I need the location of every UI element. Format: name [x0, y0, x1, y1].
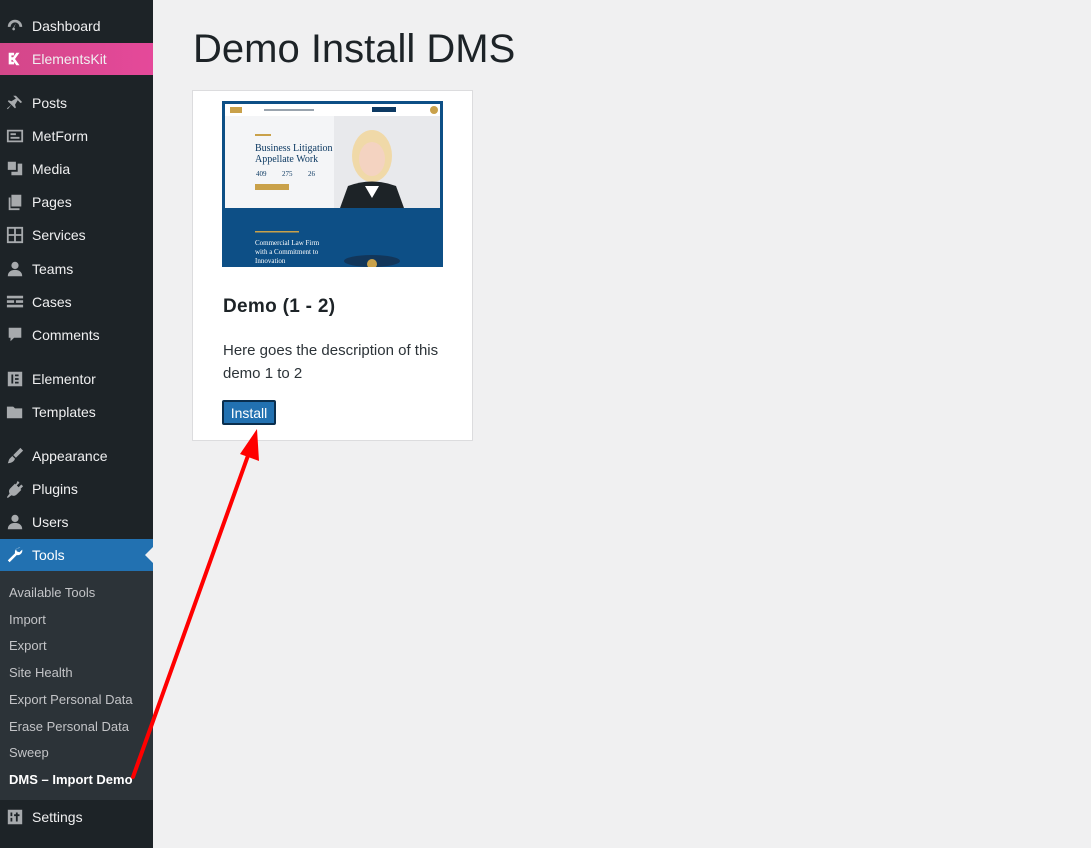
- preview-lower-heading-2: with a Commitment to: [255, 248, 319, 256]
- preview-lower-heading-3: Innovation: [255, 257, 286, 265]
- menu-label: MetForm: [32, 128, 88, 144]
- demo-card: Business Litigation & Appellate Work 409…: [192, 90, 473, 441]
- preview-stat-1: 409: [256, 170, 267, 178]
- menu-users[interactable]: Users: [0, 506, 153, 538]
- menu-label: Posts: [32, 95, 68, 111]
- brush-icon: [5, 446, 25, 466]
- submenu-sweep[interactable]: Sweep: [9, 745, 49, 760]
- preview-stat-2: 275: [282, 170, 293, 178]
- admin-sidebar: Dashboard ElementsKit Posts MetForm Medi…: [0, 0, 153, 848]
- menu-dashboard[interactable]: Dashboard: [0, 10, 153, 42]
- menu-label: Elementor: [32, 371, 96, 387]
- menu-pages[interactable]: Pages: [0, 186, 153, 218]
- menu-label: ElementsKit: [32, 51, 107, 67]
- media-icon: [5, 159, 25, 179]
- dashboard-icon: [5, 16, 25, 36]
- install-button[interactable]: Install: [222, 400, 276, 425]
- page-title: Demo Install DMS: [193, 27, 516, 71]
- menu-metform[interactable]: MetForm: [0, 120, 153, 152]
- menu-label: Tools: [32, 547, 65, 563]
- tools-submenu: Available Tools Import Export Site Healt…: [0, 571, 153, 800]
- menu-label: Appearance: [32, 448, 108, 464]
- submenu-available-tools[interactable]: Available Tools: [9, 585, 95, 600]
- menu-appearance[interactable]: Appearance: [0, 440, 153, 472]
- user-icon: [5, 259, 25, 279]
- menu-label: Comments: [32, 327, 100, 343]
- preview-lower-heading-1: Commercial Law Firm: [255, 239, 320, 247]
- menu-tools[interactable]: Tools: [0, 539, 153, 571]
- menu-label: Teams: [32, 261, 74, 277]
- submenu-erase-personal-data[interactable]: Erase Personal Data: [9, 719, 129, 734]
- current-caret: [145, 547, 153, 563]
- plugin-icon: [5, 479, 25, 499]
- submenu-dms-import-demo[interactable]: DMS – Import Demo: [9, 772, 133, 787]
- elementskit-icon: [5, 49, 25, 69]
- preview-headline-1: Business Litigation: [255, 143, 333, 154]
- menu-elementskit[interactable]: ElementsKit: [0, 43, 153, 75]
- menu-label: Dashboard: [32, 18, 101, 34]
- menu-label: Media: [32, 161, 71, 177]
- menu-teams[interactable]: Teams: [0, 253, 153, 285]
- menu-label: Services: [32, 227, 86, 243]
- preview-headline-2: Appellate Work: [255, 154, 318, 165]
- demo-preview-image[interactable]: Business Litigation & Appellate Work 409…: [222, 101, 443, 267]
- user-icon: [5, 512, 25, 532]
- submenu-export[interactable]: Export: [9, 638, 47, 653]
- menu-templates[interactable]: Templates: [0, 396, 153, 428]
- elementor-icon: [5, 369, 25, 389]
- menu-label: Cases: [32, 294, 72, 310]
- demo-title: Demo (1 - 2): [223, 296, 336, 317]
- menu-posts[interactable]: Posts: [0, 87, 153, 119]
- menu-services[interactable]: Services: [0, 219, 153, 251]
- demo-description: Here goes the description of this demo 1…: [223, 342, 439, 382]
- menu-settings[interactable]: Settings: [0, 801, 153, 833]
- form-icon: [5, 126, 25, 146]
- settings-icon: [5, 807, 25, 827]
- menu-label: Templates: [32, 404, 96, 420]
- list-icon: [5, 292, 25, 312]
- pages-icon: [5, 192, 25, 212]
- menu-media[interactable]: Media: [0, 153, 153, 185]
- submenu-export-personal-data[interactable]: Export Personal Data: [9, 692, 133, 707]
- menu-label: Settings: [32, 809, 83, 825]
- pin-icon: [5, 93, 25, 113]
- menu-label: Users: [32, 514, 69, 530]
- wrench-icon: [5, 545, 25, 565]
- comment-icon: [5, 325, 25, 345]
- annotation-arrow: [131, 429, 259, 779]
- menu-comments[interactable]: Comments: [0, 319, 153, 351]
- folder-icon: [5, 402, 25, 422]
- menu-elementor[interactable]: Elementor: [0, 363, 153, 395]
- menu-cases[interactable]: Cases: [0, 286, 153, 318]
- menu-label: Plugins: [32, 481, 78, 497]
- menu-plugins[interactable]: Plugins: [0, 473, 153, 505]
- grid-icon: [5, 225, 25, 245]
- preview-stat-3: 26: [308, 170, 316, 178]
- submenu-import[interactable]: Import: [9, 612, 46, 627]
- submenu-site-health[interactable]: Site Health: [9, 665, 73, 680]
- menu-label: Pages: [32, 194, 72, 210]
